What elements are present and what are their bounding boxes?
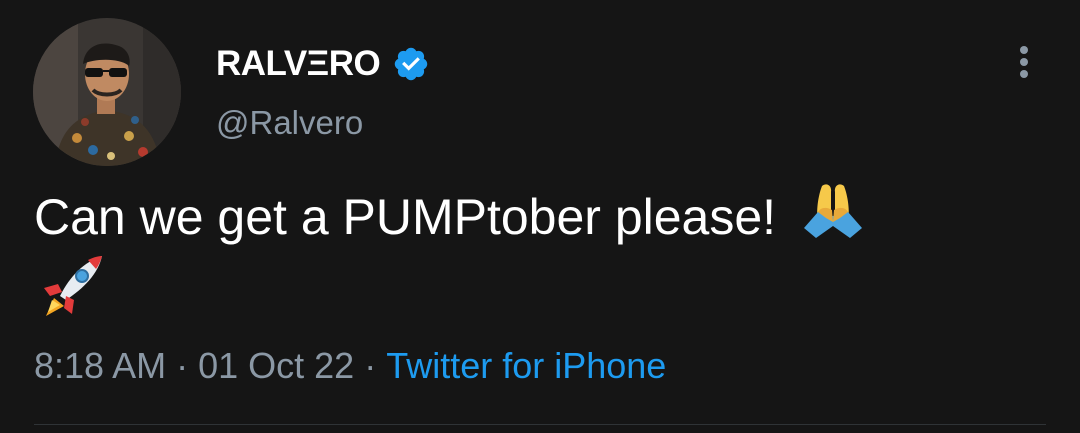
avatar[interactable] xyxy=(33,18,181,166)
divider xyxy=(34,424,1046,425)
folded-hands-emoji-icon xyxy=(803,184,862,238)
verified-badge-icon xyxy=(394,47,428,81)
tweet-card: RALVΞRO @Ralvero Can we get a PUMPtober … xyxy=(0,0,1080,433)
tweet-text: Can we get a PUMPtober please! xyxy=(34,182,1044,250)
meta-separator: · xyxy=(364,345,377,386)
author-display-name[interactable]: RALVΞRO xyxy=(216,44,381,84)
author-handle[interactable]: @Ralvero xyxy=(216,104,363,142)
more-vertical-icon xyxy=(1020,46,1028,54)
author-name-row: RALVΞRO xyxy=(216,40,430,88)
tweet-meta: 8:18 AM · 01 Oct 22 · Twitter for iPhone xyxy=(34,345,666,387)
tweet-time[interactable]: 8:18 AM xyxy=(34,345,166,386)
avatar-photo xyxy=(33,18,181,166)
rocket-emoji-icon xyxy=(44,256,102,316)
tweet-source-link[interactable]: Twitter for iPhone xyxy=(386,345,666,386)
tweet-text-content: Can we get a PUMPtober please! xyxy=(34,189,777,245)
tweet-date[interactable]: 01 Oct 22 xyxy=(198,345,354,386)
more-options-button[interactable] xyxy=(1004,40,1044,84)
meta-separator: · xyxy=(176,345,189,386)
